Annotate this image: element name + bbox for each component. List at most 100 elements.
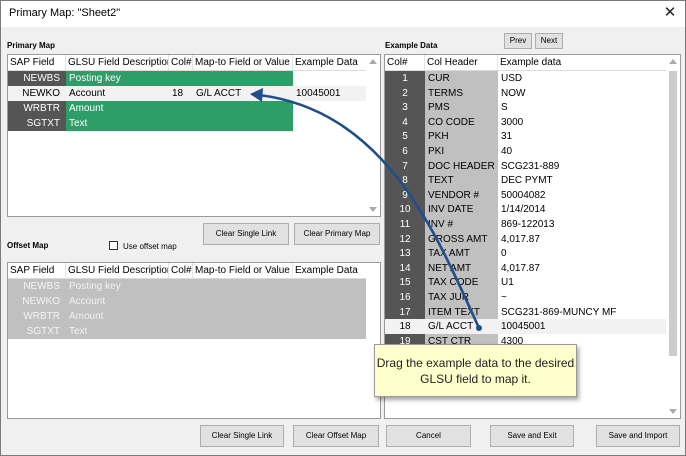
table-row[interactable]: 17 ITEM TEXT SCG231-869-MUNCY MF (385, 304, 666, 320)
primary-map-grid[interactable]: SAP Field GLSU Field Description Col# Ma… (7, 54, 381, 217)
example-data-cell (293, 116, 366, 131)
col-num-cell: 1 (385, 71, 425, 86)
example-value-cell: 10045001 (498, 319, 666, 335)
example-value-cell: DEC PYMT (498, 173, 666, 189)
col-header-cell: TAX JUR (425, 290, 498, 305)
prev-button[interactable]: Prev (504, 33, 532, 49)
example-data-cell: 10045001 (293, 86, 366, 101)
primary-map-scrollbar[interactable] (366, 55, 380, 216)
col-num-cell: 4 (385, 114, 425, 130)
sap-field-cell: NEWBS (8, 71, 66, 86)
example-data-header: Col# Col Header Example data (385, 55, 666, 71)
clear-primary-map-button[interactable]: Clear Primary Map (294, 223, 380, 245)
col-header-col-header: Col Header (425, 55, 498, 71)
offset-map-header: SAP Field GLSU Field Description Col# Ma… (8, 263, 366, 279)
col-header-example-data: Example Data (295, 265, 358, 276)
clear-single-link-primary-button[interactable]: Clear Single Link (203, 223, 289, 245)
example-value-cell: 40 (498, 144, 666, 159)
primary-map-label: Primary Map (7, 41, 56, 50)
table-row[interactable]: 15 TAX CODE U1 (385, 275, 666, 291)
col-header-cell: INV # (425, 217, 498, 232)
table-row[interactable]: NEWBS Posting key (8, 279, 366, 294)
table-row[interactable]: WRBTR Amount (8, 309, 366, 324)
col-header-cell: TEXT (425, 173, 498, 189)
save-and-import-button[interactable]: Save and Import (596, 425, 680, 447)
table-row[interactable]: 16 TAX JUR ~ (385, 290, 666, 305)
col-header-cell: TERMS (425, 85, 498, 101)
scrollbar-thumb[interactable] (669, 71, 677, 356)
table-row[interactable]: NEWKO Account 18 G/L ACCT 10045001 (8, 86, 366, 101)
table-row[interactable]: 3 PMS S (385, 100, 666, 116)
glsu-desc-cell: Text (66, 116, 169, 131)
table-row[interactable]: NEWBS Posting key (8, 71, 366, 86)
scroll-up-icon[interactable] (669, 59, 677, 64)
col-header-col-num: Col# (169, 55, 193, 71)
example-value-cell: U1 (498, 275, 666, 291)
table-row[interactable]: 18 G/L ACCT 10045001 (385, 319, 666, 335)
clear-offset-map-button[interactable]: Clear Offset Map (293, 425, 379, 447)
table-row[interactable]: 13 TAX AMT 0 (385, 246, 666, 262)
col-num-cell: 2 (385, 85, 425, 101)
table-row[interactable]: 4 CO CODE 3000 (385, 114, 666, 130)
table-row[interactable]: 14 NET AMT 4,017.87 (385, 260, 666, 276)
col-header-cell: VENDOR # (425, 187, 498, 203)
col-header-sap-field: SAP Field (8, 55, 66, 71)
table-row[interactable]: 7 DOC HEADER SCG231-889 (385, 158, 666, 174)
table-row[interactable]: SGTXT Text (8, 116, 366, 131)
col-header-example-data: Example Data (295, 57, 358, 68)
scroll-up-icon[interactable] (369, 59, 377, 64)
glsu-desc-cell: Text (66, 324, 366, 339)
col-num-cell: 11 (385, 217, 425, 232)
table-row[interactable]: 1 CUR USD (385, 71, 666, 86)
table-row[interactable]: 2 TERMS NOW (385, 85, 666, 101)
sap-field-cell: NEWBS (8, 279, 66, 294)
table-row[interactable]: SGTXT Text (8, 324, 366, 339)
example-data-cell (293, 101, 366, 116)
use-offset-map-checkbox[interactable] (109, 241, 118, 250)
glsu-desc-cell: Account (66, 294, 366, 309)
sap-field-cell: WRBTR (8, 101, 66, 116)
table-row[interactable]: 10 INV DATE 1/14/2014 (385, 202, 666, 218)
table-row[interactable]: 12 GROSS AMT 4,017.87 (385, 231, 666, 247)
cancel-button[interactable]: Cancel (386, 425, 471, 447)
col-num-cell: 12 (385, 231, 425, 247)
next-button[interactable]: Next (535, 33, 563, 49)
clear-single-link-offset-button[interactable]: Clear Single Link (200, 425, 284, 447)
table-row[interactable]: WRBTR Amount (8, 101, 366, 116)
col-num-cell: 3 (385, 100, 425, 116)
glsu-desc-cell: Amount (66, 101, 169, 116)
map-to-cell (193, 71, 293, 86)
col-num-cell: 5 (385, 129, 425, 145)
col-header-cell: PKI (425, 144, 498, 159)
col-header-glsu-desc: GLSU Field Description (66, 55, 169, 71)
example-data-scrollbar[interactable] (666, 55, 680, 418)
example-value-cell: 1/14/2014 (498, 202, 666, 218)
save-and-exit-button[interactable]: Save and Exit (490, 425, 574, 447)
example-value-cell: 31 (498, 129, 666, 145)
drag-hint-tooltip: Drag the example data to the desired GLS… (374, 344, 577, 397)
col-num-cell: 7 (385, 158, 425, 174)
col-num-cell: 15 (385, 275, 425, 291)
table-row[interactable]: 6 PKI 40 (385, 144, 666, 159)
example-value-cell: 4,017.87 (498, 231, 666, 247)
sap-field-cell: NEWKO (8, 86, 66, 101)
col-num-cell: 18 (385, 319, 425, 335)
use-offset-map-label: Use offset map (123, 242, 177, 251)
table-row[interactable]: 8 TEXT DEC PYMT (385, 173, 666, 189)
col-header-cell: INV DATE (425, 202, 498, 218)
scroll-down-icon[interactable] (669, 409, 677, 414)
title-bar: Primary Map: "Sheet2" ✕ (1, 1, 685, 27)
col-num-cell (169, 101, 193, 116)
col-header-cell: DOC HEADER (425, 158, 498, 174)
glsu-desc-cell: Account (66, 86, 169, 101)
sap-field-cell: WRBTR (8, 309, 66, 324)
table-row[interactable]: 9 VENDOR #50004082 (385, 187, 666, 203)
scroll-down-icon[interactable] (369, 207, 377, 212)
table-row[interactable]: 11 INV #869-122013 (385, 217, 666, 232)
table-row[interactable]: NEWKO Account (8, 294, 366, 309)
sap-field-cell: SGTXT (8, 324, 66, 339)
close-icon[interactable]: ✕ (661, 4, 679, 22)
col-header-sap-field: SAP Field (8, 263, 66, 279)
offset-map-grid[interactable]: SAP Field GLSU Field Description Col# Ma… (7, 262, 381, 419)
table-row[interactable]: 5 PKH 31 (385, 129, 666, 145)
